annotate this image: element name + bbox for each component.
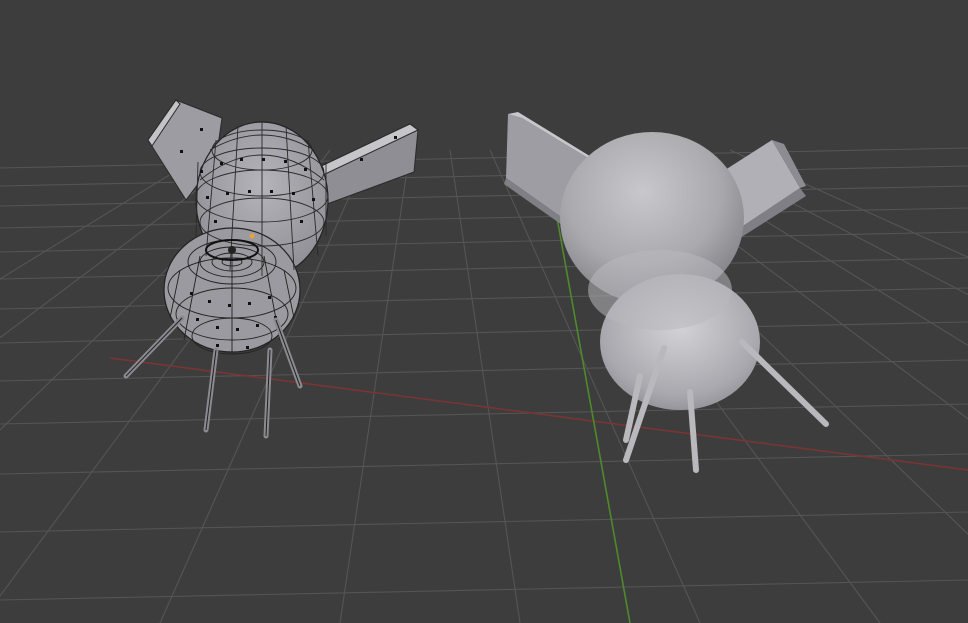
rocket-wireframe-object[interactable] <box>123 99 419 439</box>
floor-grid <box>0 147 968 623</box>
x-axis-line <box>109 357 968 471</box>
3d-viewport[interactable] <box>0 0 968 623</box>
viewport-canvas[interactable] <box>0 0 968 623</box>
